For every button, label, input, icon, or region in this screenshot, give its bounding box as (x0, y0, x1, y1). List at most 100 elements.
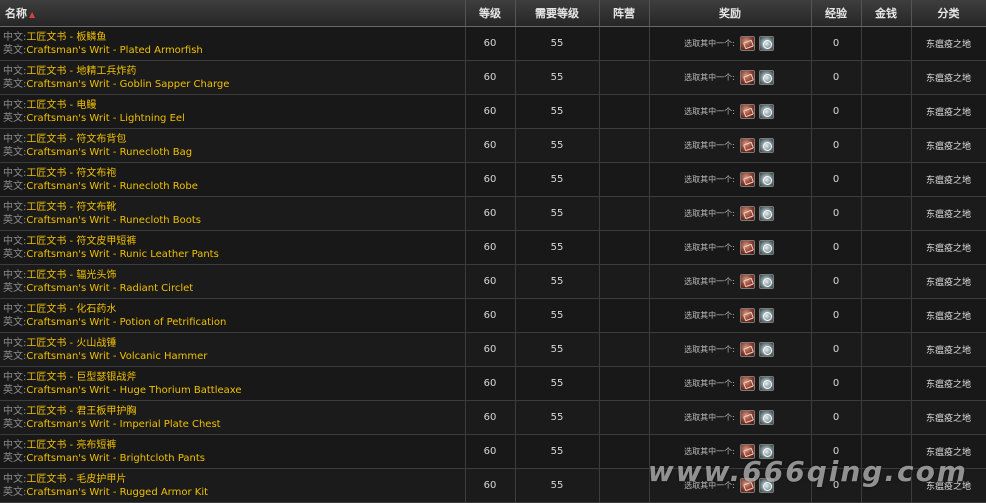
red-bag-icon[interactable] (739, 478, 755, 493)
category-link[interactable]: 东瘟疫之地 (911, 60, 986, 95)
quest-link-english[interactable]: Craftsman's Writ - Potion of Petrificati… (26, 317, 226, 328)
red-bag-icon[interactable] (739, 206, 755, 221)
category-link[interactable]: 东瘟疫之地 (911, 26, 986, 61)
chinese-label: 中文: (3, 99, 27, 111)
quest-link-chinese[interactable]: 工匠文书 - 板鳞鱼 (26, 32, 106, 43)
quest-link-chinese[interactable]: 工匠文书 - 巨型瑟银战斧 (26, 372, 136, 383)
category-link[interactable]: 东瘟疫之地 (911, 400, 986, 435)
column-header-level[interactable]: 等级 (465, 0, 516, 27)
reward-choice-label: 选取其中一个: (684, 73, 735, 82)
chinese-name-line: 中文:工匠文书 - 火山战锤 (3, 337, 464, 350)
category-link[interactable]: 东瘟疫之地 (911, 230, 986, 265)
red-bag-icon[interactable] (739, 308, 755, 323)
category-link[interactable]: 东瘟疫之地 (911, 434, 986, 469)
quest-link-english[interactable]: Craftsman's Writ - Volcanic Hammer (26, 351, 207, 362)
red-bag-icon[interactable] (739, 36, 755, 51)
quest-link-english[interactable]: Craftsman's Writ - Runecloth Robe (26, 181, 198, 192)
red-bag-icon[interactable] (739, 444, 755, 459)
quest-link-english[interactable]: Craftsman's Writ - Imperial Plate Chest (26, 419, 220, 430)
silver-gem-icon[interactable] (758, 444, 774, 459)
red-bag-icon[interactable] (739, 104, 755, 119)
quest-link-english[interactable]: Craftsman's Writ - Radiant Circlet (26, 283, 193, 294)
money-cell (861, 400, 912, 435)
quest-link-chinese[interactable]: 工匠文书 - 辐光头饰 (26, 270, 116, 281)
quest-link-english[interactable]: Craftsman's Writ - Plated Armorfish (26, 45, 202, 56)
category-link[interactable]: 东瘟疫之地 (911, 94, 986, 129)
category-link[interactable]: 东瘟疫之地 (911, 162, 986, 197)
silver-gem-icon[interactable] (758, 274, 774, 289)
quest-link-english[interactable]: Craftsman's Writ - Runecloth Boots (26, 215, 201, 226)
quest-link-english[interactable]: Craftsman's Writ - Huge Thorium Battleax… (26, 385, 241, 396)
column-header-reward[interactable]: 奖励 (649, 0, 812, 27)
silver-gem-icon[interactable] (758, 342, 774, 357)
table-row: 中文:工匠文书 - 地精工兵炸药 英文:Craftsman's Writ - Go… (0, 60, 986, 95)
column-header-category[interactable]: 分类 (911, 0, 986, 27)
silver-gem-icon[interactable] (758, 478, 774, 493)
silver-gem-icon[interactable] (758, 308, 774, 323)
quest-link-english[interactable]: Craftsman's Writ - Lightning Eel (26, 113, 184, 124)
silver-gem-icon[interactable] (758, 172, 774, 187)
experience-cell: 0 (811, 468, 862, 503)
table-row: 中文:工匠文书 - 毛皮护甲片 英文:Craftsman's Writ - Rug… (0, 468, 986, 503)
category-link[interactable]: 东瘟疫之地 (911, 468, 986, 503)
quest-link-chinese[interactable]: 工匠文书 - 毛皮护甲片 (26, 474, 126, 485)
quest-link-english[interactable]: Craftsman's Writ - Brightcloth Pants (26, 453, 205, 464)
red-bag-icon[interactable] (739, 240, 755, 255)
quest-link-chinese[interactable]: 工匠文书 - 君王板甲护胸 (26, 406, 136, 417)
chinese-label: 中文: (3, 303, 27, 315)
quest-name-cell: 中文:工匠文书 - 符文布袍 英文:Craftsman's Writ - Rune… (0, 162, 466, 197)
silver-gem-icon[interactable] (758, 376, 774, 391)
silver-gem-icon[interactable] (758, 240, 774, 255)
category-link[interactable]: 东瘟疫之地 (911, 196, 986, 231)
column-header-name[interactable]: 名称 ▲ (0, 0, 466, 27)
quest-link-english[interactable]: Craftsman's Writ - Rugged Armor Kit (26, 487, 208, 498)
quest-link-english[interactable]: Craftsman's Writ - Goblin Sapper Charge (26, 79, 229, 90)
quest-link-chinese[interactable]: 工匠文书 - 符文皮甲短裤 (26, 236, 136, 247)
category-link[interactable]: 东瘟疫之地 (911, 128, 986, 163)
red-bag-icon[interactable] (739, 70, 755, 85)
quest-link-english[interactable]: Craftsman's Writ - Runecloth Bag (26, 147, 192, 158)
quest-link-chinese[interactable]: 工匠文书 - 符文布靴 (26, 202, 116, 213)
red-bag-icon[interactable] (739, 172, 755, 187)
category-link[interactable]: 东瘟疫之地 (911, 298, 986, 333)
column-header-required-level[interactable]: 需要等级 (515, 0, 600, 27)
experience-cell: 0 (811, 230, 862, 265)
red-bag-icon[interactable] (739, 376, 755, 391)
chinese-label: 中文: (3, 439, 27, 451)
reward-choice-label: 选取其中一个: (684, 141, 735, 150)
quest-link-chinese[interactable]: 工匠文书 - 符文布袍 (26, 168, 116, 179)
level-cell: 60 (465, 26, 516, 61)
silver-gem-icon[interactable] (758, 36, 774, 51)
silver-gem-icon[interactable] (758, 138, 774, 153)
silver-gem-icon[interactable] (758, 206, 774, 221)
category-link[interactable]: 东瘟疫之地 (911, 332, 986, 367)
category-link[interactable]: 东瘟疫之地 (911, 264, 986, 299)
silver-gem-icon[interactable] (758, 410, 774, 425)
quest-link-chinese[interactable]: 工匠文书 - 亮布短裤 (26, 440, 116, 451)
chinese-name-line: 中文:工匠文书 - 巨型瑟银战斧 (3, 371, 464, 384)
red-bag-icon[interactable] (739, 342, 755, 357)
english-name-line: 英文:Craftsman's Writ - Brightcloth Pants (3, 452, 464, 465)
column-header-money[interactable]: 金钱 (861, 0, 912, 27)
quest-link-chinese[interactable]: 工匠文书 - 化石药水 (26, 304, 116, 315)
chinese-name-line: 中文:工匠文书 - 电鳗 (3, 99, 464, 112)
category-link[interactable]: 东瘟疫之地 (911, 366, 986, 401)
column-header-faction[interactable]: 阵营 (599, 0, 650, 27)
required-level-cell: 55 (515, 400, 600, 435)
experience-cell: 0 (811, 196, 862, 231)
red-bag-icon[interactable] (739, 274, 755, 289)
quest-link-english[interactable]: Craftsman's Writ - Runic Leather Pants (26, 249, 218, 260)
reward-choice-label: 选取其中一个: (684, 277, 735, 286)
red-bag-icon[interactable] (739, 410, 755, 425)
quest-link-chinese[interactable]: 工匠文书 - 火山战锤 (26, 338, 116, 349)
money-cell (861, 332, 912, 367)
red-bag-icon[interactable] (739, 138, 755, 153)
level-cell: 60 (465, 298, 516, 333)
silver-gem-icon[interactable] (758, 70, 774, 85)
required-level-cell: 55 (515, 94, 600, 129)
quest-link-chinese[interactable]: 工匠文书 - 电鳗 (26, 100, 96, 111)
silver-gem-icon[interactable] (758, 104, 774, 119)
quest-link-chinese[interactable]: 工匠文书 - 符文布背包 (26, 134, 126, 145)
column-header-experience[interactable]: 经验 (811, 0, 862, 27)
quest-link-chinese[interactable]: 工匠文书 - 地精工兵炸药 (26, 66, 136, 77)
